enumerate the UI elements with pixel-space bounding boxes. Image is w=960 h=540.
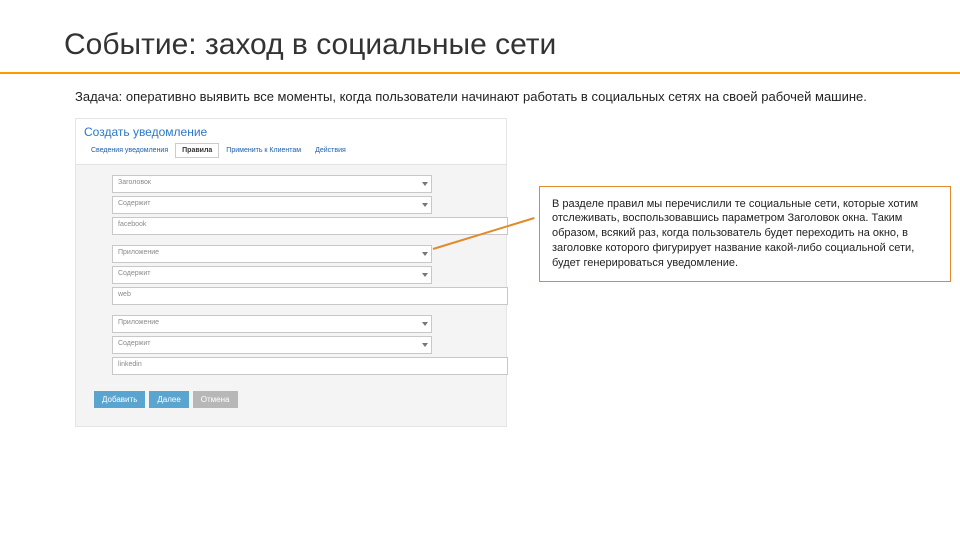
next-button[interactable]: Далее [149,391,188,408]
add-button[interactable]: Добавить [94,391,145,408]
rule-attr-select[interactable]: Заголовок [112,175,432,193]
create-alert-heading: Создать уведомление [76,119,506,143]
rule-block: Приложение Содержит web [86,245,498,305]
tab-rules[interactable]: Правила [175,143,219,158]
rule-block: Заголовок Содержит facebook [86,175,498,235]
tab-apply[interactable]: Применить к Клиентам [219,143,308,158]
app-screenshot: Создать уведомление Сведения уведомления… [75,118,507,427]
cancel-button[interactable]: Отмена [193,391,238,408]
task-text: Задача: оперативно выявить все моменты, … [0,74,960,114]
tab-info[interactable]: Сведения уведомления [84,143,175,158]
rule-op-select[interactable]: Содержит [112,336,432,354]
rule-attr-select[interactable]: Приложение [112,245,432,263]
rule-op-select[interactable]: Содержит [112,196,432,214]
rule-value-input[interactable]: linkedin [112,357,508,375]
rule-block: Приложение Содержит linkedin [86,315,498,375]
rule-value-input[interactable]: facebook [112,217,508,235]
rule-op-select[interactable]: Содержит [112,266,432,284]
page-title: Событие: заход в социальные сети [0,0,960,74]
rule-attr-select[interactable]: Приложение [112,315,432,333]
tab-bar: Сведения уведомления Правила Применить к… [76,143,506,165]
callout-box: В разделе правил мы перечислили те социа… [539,186,951,282]
rule-value-input[interactable]: web [112,287,508,305]
rules-body: Заголовок Содержит facebook Приложение С… [76,165,506,426]
tab-actions[interactable]: Действия [308,143,353,158]
